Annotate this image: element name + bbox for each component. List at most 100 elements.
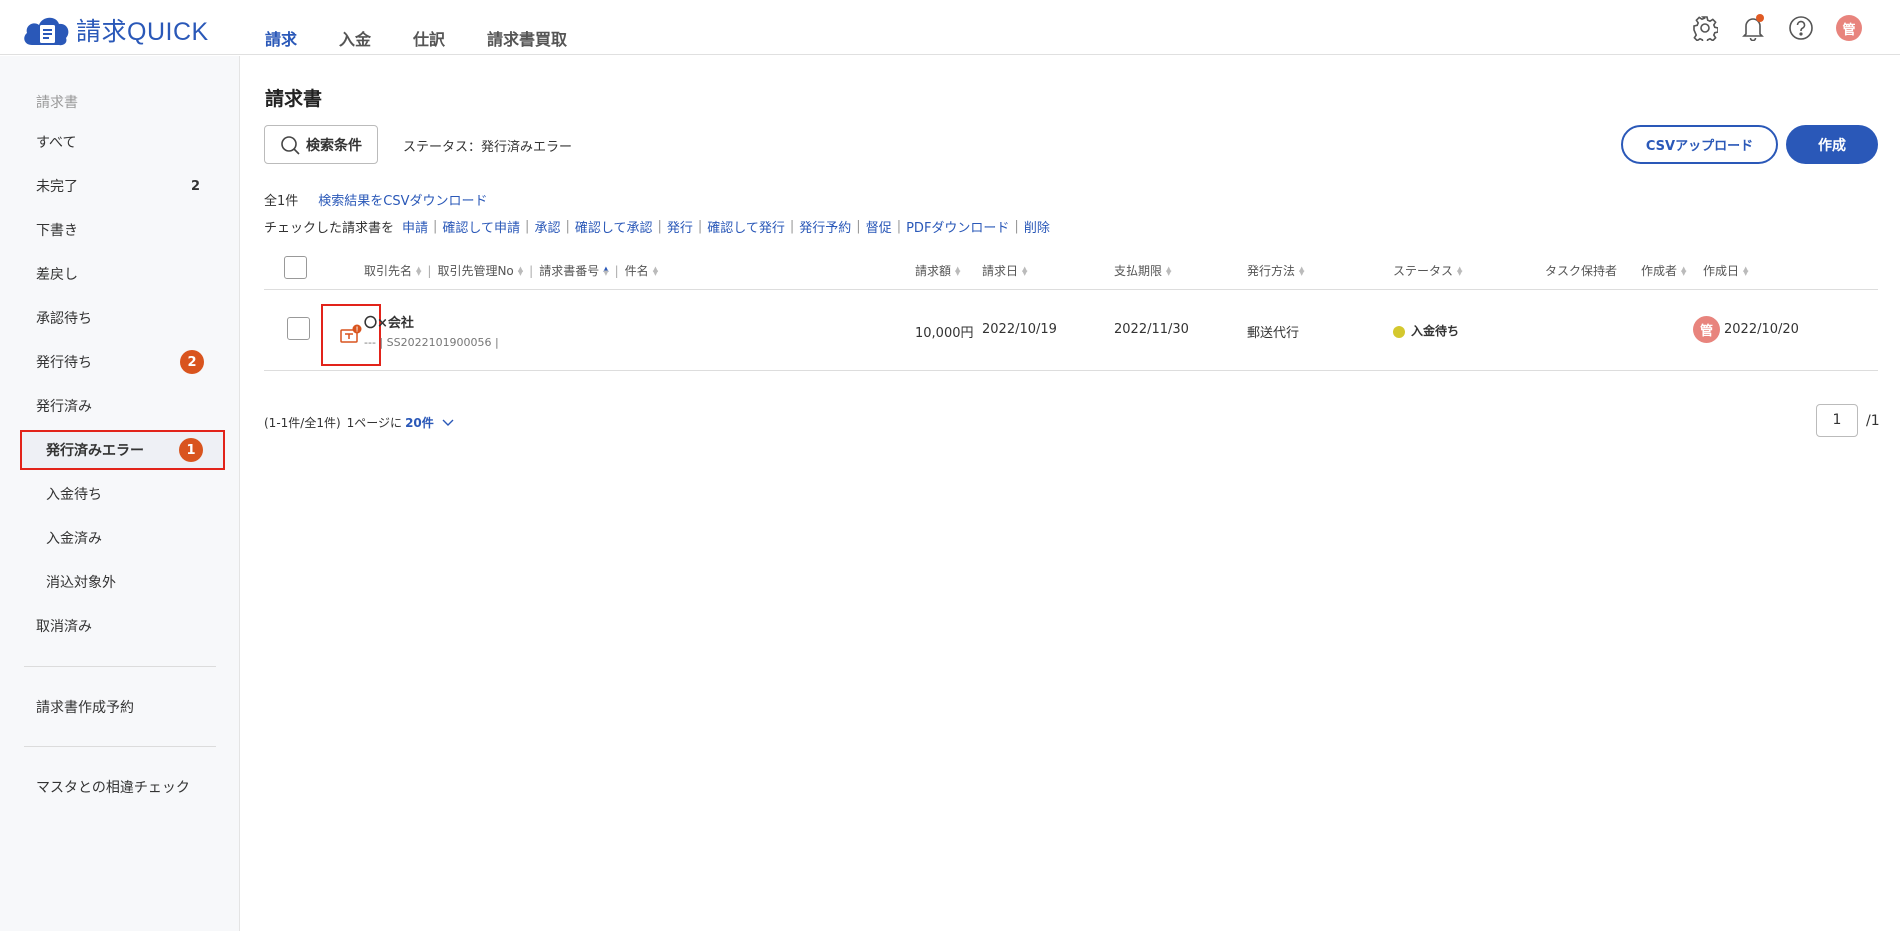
search-conditions-button[interactable]: 検索条件: [264, 125, 378, 164]
sort-icon[interactable]: ▲ ▼: [518, 265, 523, 276]
sidebar-item-draft[interactable]: 下書き: [20, 212, 224, 248]
column-header-client[interactable]: 取引先名: [364, 262, 412, 279]
status-badge: 入金待ち: [1393, 322, 1459, 339]
action-confirm-approve[interactable]: 確認して承認: [575, 217, 653, 236]
select-all-checkbox[interactable]: [284, 256, 307, 279]
column-header-status-wrap[interactable]: ステータス ▲ ▼: [1393, 262, 1462, 279]
csv-download-link[interactable]: 検索結果をCSVダウンロード: [318, 190, 487, 209]
page-number-input[interactable]: 1: [1816, 404, 1858, 437]
action-remind[interactable]: 督促: [866, 217, 892, 236]
action-delete[interactable]: 削除: [1024, 217, 1050, 236]
question-icon[interactable]: [1786, 13, 1816, 43]
pager-range: (1-1件/全1件): [264, 416, 341, 430]
row-invoice-date: 2022/10/19: [982, 322, 1057, 337]
mail-error-icon: !: [340, 324, 362, 343]
sidebar-item-awaiting-issue[interactable]: 発行待ち 2: [20, 344, 224, 380]
sidebar-item-label: 発行済みエラー: [46, 443, 144, 459]
count-badge: 1: [179, 438, 203, 462]
sidebar: 請求書 すべて 未完了 2 下書き 差戻し 承認待ち 発行待ち 2 発行済み 発…: [0, 56, 240, 931]
notification-dot: [1756, 14, 1764, 22]
row-created-date: 2022/10/20: [1724, 322, 1799, 337]
sidebar-item-awaiting-payment[interactable]: 入金待ち: [20, 476, 224, 512]
action-confirm-apply[interactable]: 確認して申請: [442, 217, 520, 236]
sort-icon[interactable]: ▲ ▼: [416, 265, 421, 276]
sidebar-item-incomplete[interactable]: 未完了 2: [20, 168, 224, 204]
row-due-date: 2022/11/30: [1114, 322, 1189, 337]
column-header-invoice-date: 請求日: [982, 264, 1019, 278]
row-sub-info: --- | SS2022101900056 |: [364, 336, 499, 349]
action-pdf-download[interactable]: PDFダウンロード: [906, 217, 1009, 236]
gear-icon[interactable]: [1690, 13, 1720, 43]
column-header-invoice-date-wrap[interactable]: 請求日 ▲ ▼: [982, 262, 1027, 279]
search-button-label: 検索条件: [306, 137, 362, 154]
column-header-subject[interactable]: 件名: [625, 262, 649, 279]
app-logo[interactable]: 請求QUICK: [22, 12, 209, 48]
sidebar-item-label: 取消済み: [36, 619, 92, 635]
column-header-method-wrap[interactable]: 発行方法 ▲ ▼: [1247, 262, 1304, 279]
sidebar-item-paid[interactable]: 入金済み: [20, 520, 224, 556]
avatar: 管: [1836, 15, 1862, 41]
sidebar-item-excluded[interactable]: 消込対象外: [20, 564, 224, 600]
sort-icon: ▲ ▼: [1166, 264, 1172, 277]
bulk-actions: チェックした請求書を 申請 | 確認して申請 | 承認 | 確認して承認 | 発行 | 確…: [264, 217, 1050, 236]
column-header-due-date-wrap[interactable]: 支払期限 ▲ ▼: [1114, 262, 1171, 279]
main-nav: 請求 入金 仕訳 請求書買取: [265, 26, 609, 50]
action-apply[interactable]: 申請: [402, 217, 428, 236]
sort-icon[interactable]: ▲ ▼: [603, 265, 608, 276]
row-client-name[interactable]: 〇×会社: [364, 312, 414, 331]
user-avatar-button[interactable]: 管: [1834, 13, 1864, 43]
sidebar-section-title: 請求書: [36, 95, 78, 111]
sort-icon: ▲ ▼: [1681, 264, 1687, 277]
column-header-invoice-no[interactable]: 請求書番号: [539, 262, 599, 279]
pager-summary: (1-1件/全1件) 1ページに 20件: [264, 414, 454, 431]
bulk-actions-label: チェックした請求書を: [264, 221, 395, 236]
sort-icon[interactable]: ▲ ▼: [653, 265, 658, 276]
nav-tab-payment[interactable]: 入金: [339, 26, 371, 50]
sidebar-item-schedule[interactable]: 請求書作成予約: [20, 689, 224, 725]
page-total: /1: [1866, 413, 1880, 429]
column-header-amount: 請求額: [915, 264, 952, 278]
result-summary: 全1件 検索結果をCSVダウンロード: [264, 190, 488, 209]
action-schedule-issue[interactable]: 発行予約: [799, 217, 851, 236]
column-header-created-date: 作成日: [1703, 264, 1740, 278]
sidebar-item-awaiting-approval[interactable]: 承認待ち: [20, 300, 224, 336]
csv-upload-button[interactable]: CSVアップロード: [1621, 125, 1778, 164]
sidebar-item-count: 2: [190, 178, 200, 194]
chevron-down-icon[interactable]: [442, 416, 454, 430]
action-approve[interactable]: 承認: [534, 217, 560, 236]
per-page-select[interactable]: 20件: [405, 414, 434, 431]
nav-tab-journal[interactable]: 仕訳: [413, 26, 445, 50]
sidebar-item-label: 入金済み: [46, 531, 102, 547]
sidebar-item-master-check[interactable]: マスタとの相違チェック: [20, 769, 224, 805]
header-icons: 管: [1672, 13, 1864, 43]
column-header-method: 発行方法: [1247, 264, 1296, 278]
sidebar-item-issued[interactable]: 発行済み: [20, 388, 224, 424]
sidebar-item-label: 発行済み: [36, 399, 92, 415]
count-badge: 2: [180, 350, 204, 374]
sidebar-item-label: 未完了: [36, 179, 78, 195]
sort-icon: ▲ ▼: [1457, 264, 1463, 277]
sidebar-item-returned[interactable]: 差戻し: [20, 256, 224, 292]
table-row[interactable]: ! 〇×会社 --- | SS2022101900056 | 10,000円 2…: [264, 291, 1878, 371]
row-amount: 10,000円: [915, 326, 974, 341]
sidebar-item-issued-error[interactable]: 発行済みエラー 1: [20, 430, 225, 470]
column-header-client-no[interactable]: 取引先管理No: [437, 262, 513, 279]
sidebar-item-cancelled[interactable]: 取消済み: [20, 608, 224, 644]
sidebar-item-all[interactable]: すべて: [20, 124, 224, 160]
column-header-creator-wrap[interactable]: 作成者 ▲ ▼: [1641, 262, 1686, 279]
app-logo-text: 請求QUICK: [76, 18, 209, 46]
row-checkbox[interactable]: [287, 317, 310, 340]
filter-status-text: ステータス：発行済みエラー: [403, 140, 573, 155]
sort-icon: ▲ ▼: [955, 264, 961, 277]
sidebar-divider: [24, 746, 216, 747]
create-button[interactable]: 作成: [1786, 125, 1878, 164]
column-header-amount-wrap[interactable]: 請求額 ▲ ▼: [915, 262, 960, 279]
avatar: 管: [1693, 316, 1720, 343]
action-confirm-issue[interactable]: 確認して発行: [707, 217, 785, 236]
bell-icon[interactable]: [1738, 13, 1768, 43]
column-header-created-date-wrap[interactable]: 作成日 ▲ ▼: [1703, 262, 1748, 279]
action-issue[interactable]: 発行: [667, 217, 693, 236]
column-header-creator: 作成者: [1641, 264, 1678, 278]
nav-tab-invoice[interactable]: 請求: [265, 26, 297, 50]
nav-tab-factoring[interactable]: 請求書買取: [487, 26, 567, 50]
